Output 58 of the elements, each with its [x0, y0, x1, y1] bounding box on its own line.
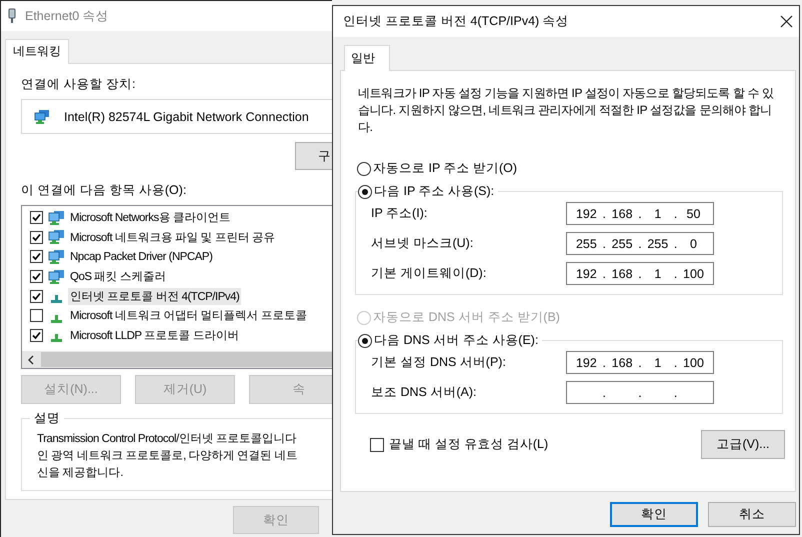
- network-computers-icon: [48, 248, 65, 265]
- checkbox[interactable]: [30, 290, 43, 303]
- network-protocol-icon: [51, 334, 62, 342]
- horizontal-scrollbar[interactable]: [22, 351, 332, 368]
- radio-button[interactable]: [358, 184, 372, 198]
- ip-address-field[interactable]: . . .: [566, 381, 714, 404]
- network-computers-icon: [48, 229, 65, 246]
- intro-text: 네트워크가 IP 자동 설정 기능을 지원하면 IP 설정이 자동으로 할당되도록 할 수 있습니다. 지원하지 않으면, 네트워크 관리자에게 적절한 IP 설정값을 문의해야 합니다.: [358, 85, 774, 136]
- scroll-left-icon[interactable]: [27, 354, 35, 364]
- ip-address-field[interactable]: 192 . 168 . 1 . 100: [566, 351, 714, 374]
- checkbox[interactable]: [370, 438, 384, 452]
- network-cable-icon: [7, 8, 17, 24]
- close-icon[interactable]: [780, 15, 793, 28]
- field-label: 기본 게이트웨이(D):: [371, 265, 486, 282]
- field-label: 보조 DNS 서버(A):: [371, 384, 476, 401]
- list-item[interactable]: 인터넷 프로토콜 버전 4(TCP/IPv4): [68, 288, 242, 305]
- ip-address-field[interactable]: 192 . 168 . 1 . 50: [566, 202, 714, 225]
- tab[interactable]: 네트워킹: [5, 39, 69, 64]
- field-label: 서브넷 마스크(U):: [371, 235, 474, 252]
- radio-label[interactable]: 다음 DNS 서버 주소 사용(E):: [374, 332, 538, 349]
- field-label: 이 연결에 다음 항목 사용(O):: [21, 182, 188, 199]
- field-label: 기본 설정 DNS 서버(P):: [371, 354, 506, 371]
- checkbox-label[interactable]: 끝낼 때 설정 유효성 검사(L): [389, 436, 698, 453]
- radio-label[interactable]: 다음 IP 주소 사용(S):: [374, 183, 494, 200]
- radio-button[interactable]: [357, 162, 371, 176]
- description-text: Transmission Control Protocol/인터넷 프로토콜입니다 인 광역 네트워크 프로토콜로, 다양하게 연결된 네트 신을 제공합니다.: [37, 432, 298, 481]
- checkbox[interactable]: [30, 230, 43, 244]
- checkbox[interactable]: [30, 250, 43, 264]
- radio-button[interactable]: [358, 334, 372, 348]
- checkbox[interactable]: [30, 328, 43, 342]
- device-name: Intel(R) 82574L Gigabit Network Connection: [64, 110, 309, 124]
- checkbox[interactable]: [30, 309, 43, 322]
- list-item[interactable]: Microsoft Networks용 클라이언트: [68, 209, 232, 226]
- list-item[interactable]: Microsoft 네트워크용 파일 및 프린터 공유: [68, 228, 278, 246]
- field-label: 연결에 사용할 장치:: [21, 76, 136, 93]
- network-protocol-icon: [51, 295, 62, 304]
- ok-button[interactable]: 확인: [610, 502, 698, 527]
- list-item[interactable]: Microsoft LLDP 프로토콜 드라이버: [68, 326, 241, 344]
- list-item[interactable]: Npcap Packet Driver (NPCAP): [68, 250, 214, 264]
- list-item[interactable]: Microsoft 네트워크 어댑터 멀티플렉서 프로토콜: [68, 307, 309, 324]
- checkbox[interactable]: [30, 270, 43, 284]
- network-computers-icon: [48, 268, 65, 285]
- advanced-button[interactable]: 고급(V)...: [701, 430, 785, 459]
- network-adapter-icon: [34, 110, 50, 124]
- network-protocol-icon: [51, 314, 62, 323]
- configure-button[interactable]: 구: [295, 142, 332, 170]
- window-title: 인터넷 프로토콜 버전 4(TCP/IPv4) 속성: [343, 13, 569, 30]
- group-title: 설명: [30, 410, 64, 427]
- checkbox[interactable]: [30, 211, 43, 224]
- network-computers-icon: [48, 210, 65, 226]
- radio-label[interactable]: 자동으로 IP 주소 받기(O): [373, 160, 518, 177]
- window-title: Ethernet0 속성: [25, 8, 109, 24]
- field-label: IP 주소(I):: [371, 205, 428, 222]
- list-item[interactable]: QoS 패킷 스케줄러: [68, 268, 168, 286]
- cancel-button[interactable]: 취소: [708, 502, 796, 527]
- ip-address-field[interactable]: 192 . 168 . 1 . 100: [566, 262, 714, 285]
- tab[interactable]: 일반: [344, 45, 390, 71]
- ip-address-field[interactable]: 255 . 255 . 255 . 0: [566, 232, 714, 255]
